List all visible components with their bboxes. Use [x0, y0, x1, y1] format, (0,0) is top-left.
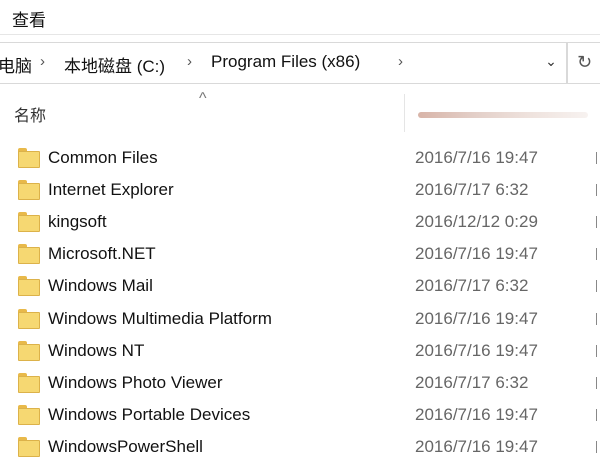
column-edge [596, 313, 597, 325]
date-modified: 2016/12/12 0:29 [415, 212, 538, 231]
folder-icon [18, 341, 40, 361]
file-name: Common Files [48, 148, 158, 167]
list-item[interactable]: Windows Mail 2016/7/17 6:32 [0, 271, 600, 303]
list-item[interactable]: WindowsPowerShell 2016/7/16 19:47 [0, 432, 600, 464]
folder-icon [18, 437, 40, 457]
column-header: ^ 名称 [0, 88, 600, 134]
date-modified: 2016/7/17 6:32 [415, 373, 529, 392]
column-edge [596, 345, 597, 357]
breadcrumb-local-disk[interactable]: 本地磁盘 (C:) [64, 52, 165, 77]
list-item[interactable]: Microsoft.NET 2016/7/16 19:47 [0, 239, 600, 271]
column-edge [596, 152, 597, 164]
folder-icon [18, 148, 40, 168]
blurred-column-header [418, 112, 588, 118]
folder-icon [18, 309, 40, 329]
refresh-button[interactable]: ↻ [567, 42, 600, 84]
file-name: Internet Explorer [48, 180, 174, 199]
chevron-right-icon[interactable]: › [40, 53, 45, 70]
chevron-right-icon[interactable]: › [398, 53, 403, 70]
menu-view[interactable]: 查看 [12, 6, 46, 31]
file-name: Windows Photo Viewer [48, 373, 223, 392]
list-item[interactable]: Windows Photo Viewer 2016/7/17 6:32 [0, 368, 600, 400]
date-modified: 2016/7/17 6:32 [415, 180, 529, 199]
file-name: Microsoft.NET [48, 244, 156, 263]
date-modified: 2016/7/16 19:47 [415, 405, 538, 424]
file-name: kingsoft [48, 212, 107, 231]
date-modified: 2016/7/16 19:47 [415, 341, 538, 360]
list-item[interactable]: Internet Explorer 2016/7/17 6:32 [0, 175, 600, 207]
column-divider[interactable] [404, 94, 405, 132]
chevron-right-icon[interactable]: › [187, 53, 192, 70]
date-modified: 2016/7/16 19:47 [415, 309, 538, 328]
column-edge [596, 216, 597, 228]
folder-icon [18, 405, 40, 425]
list-item[interactable]: Windows Portable Devices 2016/7/16 19:47 [0, 400, 600, 432]
column-edge [596, 441, 597, 453]
file-name: Windows Mail [48, 276, 153, 295]
date-modified: 2016/7/16 19:47 [415, 148, 538, 167]
address-bar[interactable]: 电脑 › 本地磁盘 (C:) › Program Files (x86) › ⌄ [0, 42, 567, 84]
file-name: WindowsPowerShell [48, 437, 203, 456]
refresh-icon: ↻ [576, 52, 593, 72]
folder-icon [18, 180, 40, 200]
column-edge [596, 280, 597, 292]
date-modified: 2016/7/17 6:32 [415, 276, 529, 295]
chevron-down-icon[interactable]: ⌄ [538, 53, 564, 73]
list-item[interactable]: Windows Multimedia Platform 2016/7/16 19… [0, 304, 600, 336]
column-edge [596, 184, 597, 196]
breadcrumb-program-files-x86[interactable]: Program Files (x86) [211, 52, 360, 72]
folder-icon [18, 244, 40, 264]
list-item[interactable]: Windows NT 2016/7/16 19:47 [0, 336, 600, 368]
breadcrumb-this-pc[interactable]: 电脑 [0, 52, 32, 77]
column-edge [596, 248, 597, 260]
column-name-header[interactable]: 名称 [14, 102, 46, 126]
folder-icon [18, 373, 40, 393]
sort-ascending-icon: ^ [199, 90, 207, 107]
folder-icon [18, 276, 40, 296]
ribbon-divider [0, 34, 600, 35]
menu-bar: 查看 [0, 0, 600, 34]
list-item[interactable]: Common Files 2016/7/16 19:47 [0, 143, 600, 175]
column-edge [596, 377, 597, 389]
file-name: Windows Multimedia Platform [48, 309, 272, 328]
date-modified: 2016/7/16 19:47 [415, 437, 538, 456]
file-name: Windows NT [48, 341, 145, 360]
column-edge [596, 409, 597, 421]
file-name: Windows Portable Devices [48, 405, 251, 424]
folder-icon [18, 212, 40, 232]
date-modified: 2016/7/16 19:47 [415, 244, 538, 263]
list-item[interactable]: kingsoft 2016/12/12 0:29 [0, 207, 600, 239]
